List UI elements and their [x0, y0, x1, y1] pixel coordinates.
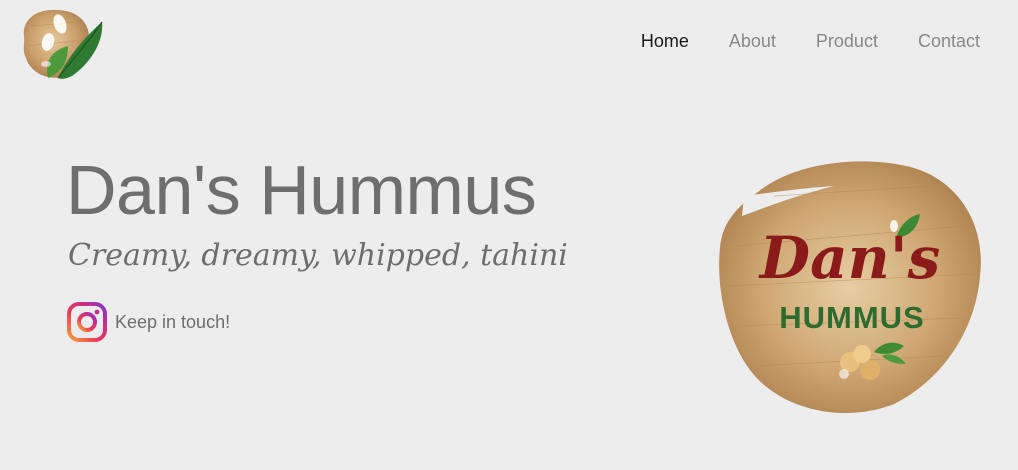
nav-contact[interactable]: Contact — [918, 31, 980, 52]
page: Home About Product Contact Dan's Hummus … — [0, 0, 1018, 470]
product-badge-image: Dan's HUMMUS — [719, 161, 981, 414]
hero-title: Dan's Hummus — [66, 151, 537, 229]
nav-about[interactable]: About — [729, 31, 776, 52]
badge-brand-product: HUMMUS — [779, 300, 925, 335]
social-text: Keep in touch! — [115, 311, 231, 332]
nav-product[interactable]: Product — [816, 31, 878, 52]
social-link[interactable]: Keep in touch! — [67, 302, 230, 342]
logo-icon[interactable] — [18, 6, 106, 84]
main-nav: Home About Product Contact — [641, 31, 980, 52]
badge-brand-name: Dan's — [758, 224, 940, 292]
hero-tagline: Creamy, dreamy, whipped, tahini — [68, 238, 568, 273]
nav-home[interactable]: Home — [641, 31, 689, 52]
instagram-icon[interactable] — [67, 302, 107, 342]
